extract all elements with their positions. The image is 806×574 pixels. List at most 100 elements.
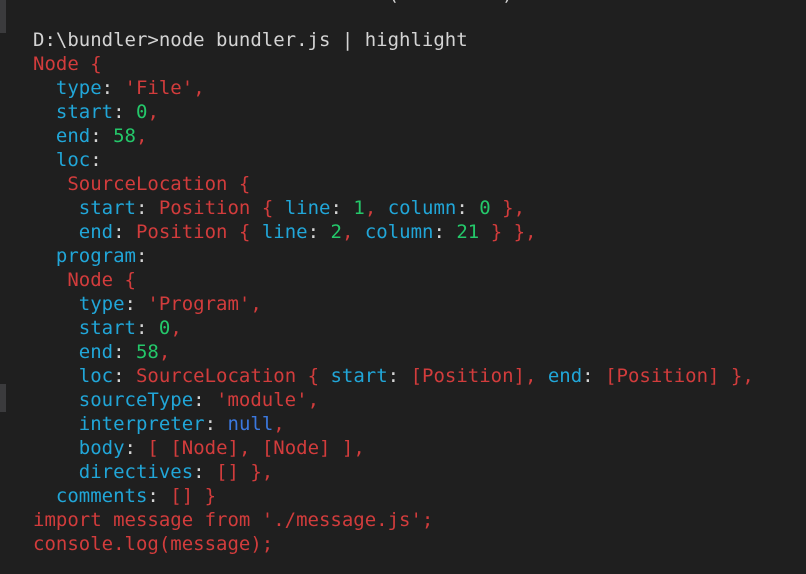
- token: {: [90, 53, 102, 75]
- output-line-end-58: end: 58,: [33, 124, 148, 148]
- token: loc: [55, 149, 91, 171]
- output-line-body-nodes: body: [ [Node], [Node] ],: [33, 436, 365, 460]
- token: 21: [456, 221, 480, 243]
- output-line-interpreter-null: interpreter: null,: [33, 412, 285, 436]
- token: ,: [158, 341, 171, 363]
- token: SourceLocation: [135, 365, 308, 387]
- output-line-program-loc: loc: SourceLocation { start: [Position],…: [33, 364, 754, 388]
- token: import message from './message.js';: [33, 509, 434, 531]
- output-line-loc: loc:: [33, 148, 102, 172]
- token: Node: [67, 269, 125, 291]
- output-line-directives: directives: [] },: [33, 460, 273, 484]
- token: [Node]: [170, 437, 239, 459]
- token: :: [113, 101, 136, 123]
- token: :: [387, 365, 411, 387]
- token: [] }: [170, 485, 217, 507]
- token: :: [113, 341, 136, 363]
- token: :: [135, 197, 159, 219]
- token: :: [135, 317, 159, 339]
- token: {: [124, 269, 136, 291]
- token: end: [55, 125, 91, 147]
- token: ,: [170, 317, 182, 339]
- token: program: [55, 245, 136, 267]
- output-line-program: program:: [33, 244, 148, 268]
- token: :: [147, 485, 171, 507]
- output-line-comments: comments: [] }: [33, 484, 216, 508]
- token: [] },: [216, 461, 274, 483]
- token: line: [284, 197, 331, 219]
- terminal-output-area[interactable]: ( ) D:\bundler>node bundler.js | highlig…: [0, 0, 806, 574]
- prompt-line: D:\bundler>node bundler.js | highlight: [33, 28, 468, 52]
- token: Node: [33, 53, 91, 75]
- vertical-scrollbar[interactable]: [0, 0, 6, 574]
- token: 2: [330, 221, 342, 243]
- token: :: [193, 461, 217, 483]
- token: :: [113, 221, 136, 243]
- token: 58: [135, 341, 159, 363]
- token: ,: [364, 197, 388, 219]
- token: body: [78, 437, 125, 459]
- token: 'module': [216, 389, 308, 411]
- output-line-console-log: console.log(message);: [33, 532, 273, 556]
- token: 0: [135, 101, 148, 123]
- token: type: [78, 293, 125, 315]
- token: [: [147, 437, 171, 459]
- token: :: [124, 437, 148, 459]
- output-line-import-message: import message from './message.js';: [33, 508, 433, 532]
- token: Position: [135, 221, 239, 243]
- token: 'File': [124, 77, 194, 99]
- token: 0: [479, 197, 491, 219]
- output-line-program-start-0: start: 0,: [33, 316, 182, 340]
- output-line-type-program: type: 'Program',: [33, 292, 262, 316]
- token: end: [78, 221, 114, 243]
- output-line-start-0: start: 0,: [33, 100, 159, 124]
- token: null: [227, 413, 274, 435]
- token: :: [193, 389, 217, 411]
- token: :: [204, 413, 228, 435]
- token: :: [101, 77, 125, 99]
- token: ,: [136, 125, 148, 147]
- token: end: [78, 341, 114, 363]
- token: {: [238, 173, 251, 195]
- token: column: [387, 197, 457, 219]
- token: interpreter: [78, 413, 205, 435]
- token: console.log(message);: [33, 533, 274, 555]
- token: [Node]: [261, 437, 331, 459]
- output-line-program-end-58: end: 58,: [33, 340, 171, 364]
- token: 0: [158, 317, 171, 339]
- token: start: [55, 101, 114, 123]
- scrollbar-thumb-lower[interactable]: [0, 384, 6, 412]
- token: :: [90, 149, 102, 171]
- token: ,: [147, 101, 159, 123]
- output-line-end-position: end: Position { line: 2, column: 21 } },: [33, 220, 537, 244]
- output-line-sourcetype-module: sourceType: 'module',: [33, 388, 319, 412]
- token: directives: [78, 461, 194, 483]
- token: ,: [273, 413, 285, 435]
- token: D:\bundler>node bundler.js | highlight: [33, 29, 468, 51]
- output-line-program-node-open: Node {: [33, 268, 136, 292]
- token: :: [113, 365, 136, 387]
- token: :: [307, 221, 331, 243]
- token: :: [456, 197, 480, 219]
- token: [Position]: [410, 365, 525, 387]
- token: ],: [330, 437, 365, 459]
- token: start: [330, 365, 388, 387]
- clipped-previous-line: ( ): [33, 0, 514, 6]
- scrollbar-thumb-upper[interactable]: [0, 0, 6, 33]
- token: ,: [307, 389, 320, 411]
- token: },: [719, 365, 754, 387]
- token: 58: [113, 125, 136, 147]
- token: type: [55, 77, 102, 99]
- token: :: [433, 221, 457, 243]
- token: :: [124, 293, 148, 315]
